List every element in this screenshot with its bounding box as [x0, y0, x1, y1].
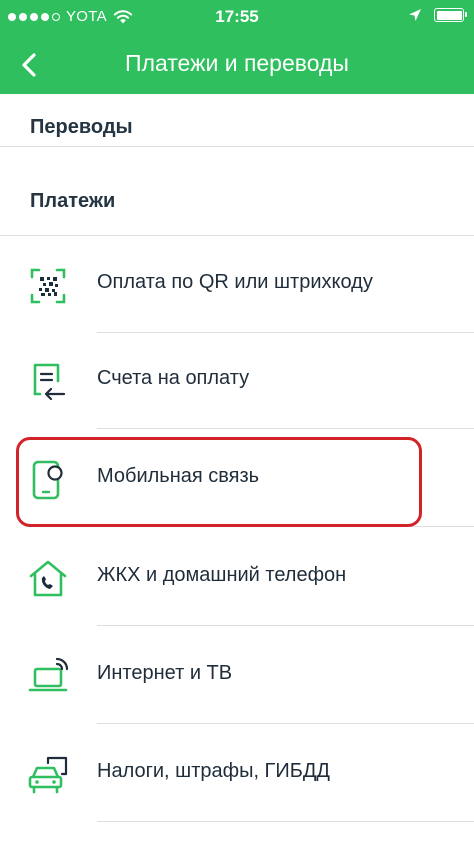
payment-item-label: ЖКХ и домашний телефон	[97, 564, 347, 586]
payment-item-housing[interactable]: ЖКХ и домашний телефон	[0, 530, 474, 626]
divider	[97, 625, 474, 626]
payment-item-qr[interactable]: Оплата по QR или штрихкоду	[0, 237, 474, 333]
highlight-frame	[16, 437, 422, 527]
divider	[97, 428, 474, 429]
payment-item-label: Налоги, штрафы, ГИБДД	[97, 760, 330, 782]
location-arrow-icon	[409, 9, 421, 21]
payment-item-internet-tv[interactable]: Интернет и ТВ	[0, 628, 474, 724]
payment-item-label: Интернет и ТВ	[97, 662, 233, 684]
invoice-icon	[26, 360, 70, 404]
navigation-bar: Платежи и переводы	[0, 36, 474, 94]
internet-tv-icon	[26, 655, 70, 699]
divider	[97, 723, 474, 724]
payments-section-title: Платежи	[30, 190, 116, 212]
payment-item-label: Счета на оплату	[97, 367, 250, 389]
payment-item-taxes-fines[interactable]: Налоги, штрафы, ГИБДД	[0, 726, 474, 822]
transfers-section-link[interactable]: Переводы	[30, 116, 133, 139]
house-phone-icon	[26, 557, 70, 601]
car-icon	[26, 753, 70, 797]
status-bar: YOTA 17:55	[0, 0, 474, 36]
qr-code-icon	[26, 264, 70, 308]
divider	[97, 821, 474, 822]
clock: 17:55	[215, 7, 259, 26]
payment-item-label: Оплата по QR или штрихкоду	[97, 271, 373, 293]
battery-icon	[434, 8, 467, 22]
payment-item-invoices[interactable]: Счета на оплату	[0, 333, 474, 429]
page-title: Платежи и переводы	[125, 50, 349, 76]
divider	[0, 146, 474, 147]
divider	[0, 235, 474, 236]
